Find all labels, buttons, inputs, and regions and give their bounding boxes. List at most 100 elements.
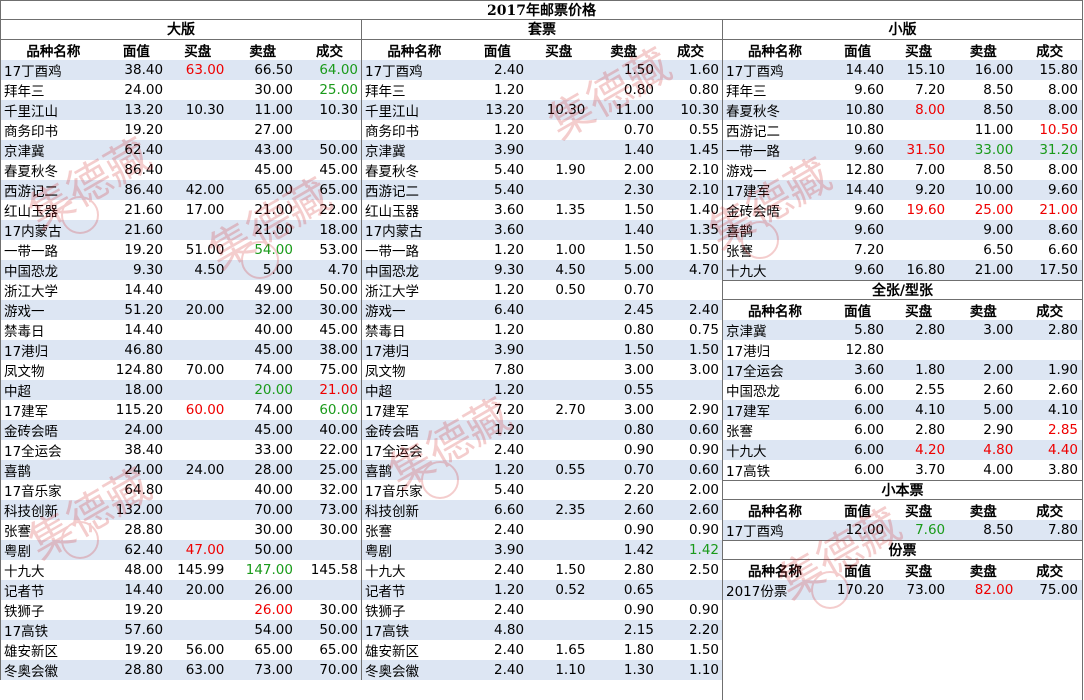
table-row: 商务印书 19.20 27.00	[1, 120, 362, 140]
price-cell: 4.70	[296, 260, 362, 280]
section-title-xiaobenpiao: 小本票	[723, 480, 1082, 500]
price-cell: 38.40	[105, 60, 168, 80]
stamp-name: 张謇	[362, 520, 467, 540]
price-cell	[657, 280, 723, 300]
price-cell: 64.00	[296, 60, 362, 80]
price-cell: 0.55	[589, 380, 658, 400]
price-cell: 147.00	[228, 560, 297, 580]
table-row: 十九大 9.60 16.80 21.00 17.50	[723, 260, 1082, 280]
price-cell: 1.20	[466, 380, 529, 400]
price-cell: 50.00	[296, 620, 362, 640]
column-header: 品种名称	[723, 300, 828, 320]
price-cell: 170.20	[827, 580, 889, 600]
price-cell: 15.80	[1017, 60, 1082, 80]
price-cell: 25.00	[296, 80, 362, 100]
stamp-name: 十九大	[723, 260, 828, 280]
price-cell: 2.80	[888, 320, 950, 340]
price-cell: 1.40	[589, 140, 658, 160]
table-row: 17内蒙古 3.60 1.40 1.35	[362, 220, 723, 240]
stamp-name: 17高铁	[1, 620, 106, 640]
price-cell: 75.00	[296, 360, 362, 380]
price-cell: 10.30	[296, 100, 362, 120]
price-cell: 17.00	[167, 200, 229, 220]
price-cell: 86.40	[105, 160, 168, 180]
price-cell: 8.50	[949, 520, 1018, 540]
table-row: 禁毒日 1.20 0.80 0.75	[362, 320, 723, 340]
price-cell: 10.00	[949, 180, 1018, 200]
price-cell: 21.00	[228, 200, 297, 220]
price-cell: 0.75	[657, 320, 723, 340]
stamp-name: 2017份票	[723, 580, 828, 600]
price-cell: 12.80	[827, 160, 889, 180]
price-cell: 14.40	[105, 580, 168, 600]
price-cell: 3.00	[589, 400, 658, 420]
price-cell: 4.10	[1017, 400, 1082, 420]
table-row: 粤剧 62.40 47.00 50.00	[1, 540, 362, 560]
price-cell: 19.20	[105, 640, 168, 660]
table-row: 17丁酉鸡 2.40 1.50 1.60	[362, 60, 723, 80]
stamp-name: 17高铁	[723, 460, 828, 480]
price-cell: 51.20	[105, 300, 168, 320]
price-cell: 57.60	[105, 620, 168, 640]
price-cell	[167, 160, 229, 180]
stamp-name: 17全运会	[362, 440, 467, 460]
price-cell	[167, 440, 229, 460]
price-cell: 38.00	[296, 340, 362, 360]
price-cell: 21.00	[296, 380, 362, 400]
price-cell: 3.00	[657, 360, 723, 380]
price-cell: 2.60	[1017, 380, 1082, 400]
price-cell: 2.40	[466, 60, 529, 80]
stamp-name: 记者节	[362, 580, 467, 600]
price-cell: 1.20	[466, 460, 529, 480]
price-cell: 14.40	[105, 280, 168, 300]
stamp-name: 十九大	[362, 560, 467, 580]
stamp-name: 喜鹊	[362, 460, 467, 480]
table-row: 游戏一 6.40 2.45 2.40	[362, 300, 723, 320]
price-cell: 2.80	[589, 560, 658, 580]
price-cell: 45.00	[296, 320, 362, 340]
stamp-name: 十九大	[1, 560, 106, 580]
price-cell: 9.30	[105, 260, 168, 280]
price-cell	[296, 580, 362, 600]
header-row: 品种名称 面值 买盘 卖盘 成交	[723, 560, 1082, 580]
price-cell: 1.20	[466, 80, 529, 100]
price-cell: 0.55	[528, 460, 590, 480]
price-cell	[1017, 340, 1082, 360]
stamp-name: 铁狮子	[1, 600, 106, 620]
price-cell: 4.50	[528, 260, 590, 280]
price-cell: 6.00	[827, 440, 889, 460]
table-row: 张謇 7.20 6.50 6.60	[723, 240, 1082, 260]
price-cell	[167, 600, 229, 620]
price-cell: 124.80	[105, 360, 168, 380]
column-header: 成交	[657, 40, 723, 60]
price-cell	[167, 520, 229, 540]
column-header: 买盘	[888, 560, 950, 580]
stamp-name: 17丁酉鸡	[362, 60, 467, 80]
price-cell: 75.00	[1017, 580, 1082, 600]
price-cell	[528, 540, 590, 560]
price-cell: 1.50	[657, 640, 723, 660]
price-cell: 1.60	[657, 60, 723, 80]
table-row: 中国恐龙 6.00 2.55 2.60 2.60	[723, 380, 1082, 400]
price-sheet: 2017年邮票价格 大版 品种名称 面值 买盘 卖盘 成交 17丁酉鸡 38.40 63.00…	[0, 0, 1084, 700]
price-cell	[888, 340, 950, 360]
price-cell: 2.00	[657, 480, 723, 500]
table-row: 喜鹊 24.00 24.00 28.00 25.00	[1, 460, 362, 480]
table-row: 一带一路 1.20 1.00 1.50 1.50	[362, 240, 723, 260]
price-cell: 145.99	[167, 560, 229, 580]
price-cell	[528, 480, 590, 500]
column-header: 面值	[105, 40, 168, 60]
stamp-name: 浙江大学	[1, 280, 106, 300]
price-cell: 19.60	[888, 200, 950, 220]
price-cell: 7.80	[466, 360, 529, 380]
stamp-name: 17全运会	[723, 360, 828, 380]
table-row: 西游记二 10.80 11.00 10.50	[723, 120, 1082, 140]
price-cell: 18.00	[296, 220, 362, 240]
price-cell: 2.20	[657, 620, 723, 640]
price-cell: 1.20	[466, 420, 529, 440]
price-cell: 0.90	[589, 600, 658, 620]
price-cell: 6.00	[827, 380, 889, 400]
stamp-name: 17港归	[362, 340, 467, 360]
price-cell: 1.42	[589, 540, 658, 560]
price-cell: 4.10	[888, 400, 950, 420]
